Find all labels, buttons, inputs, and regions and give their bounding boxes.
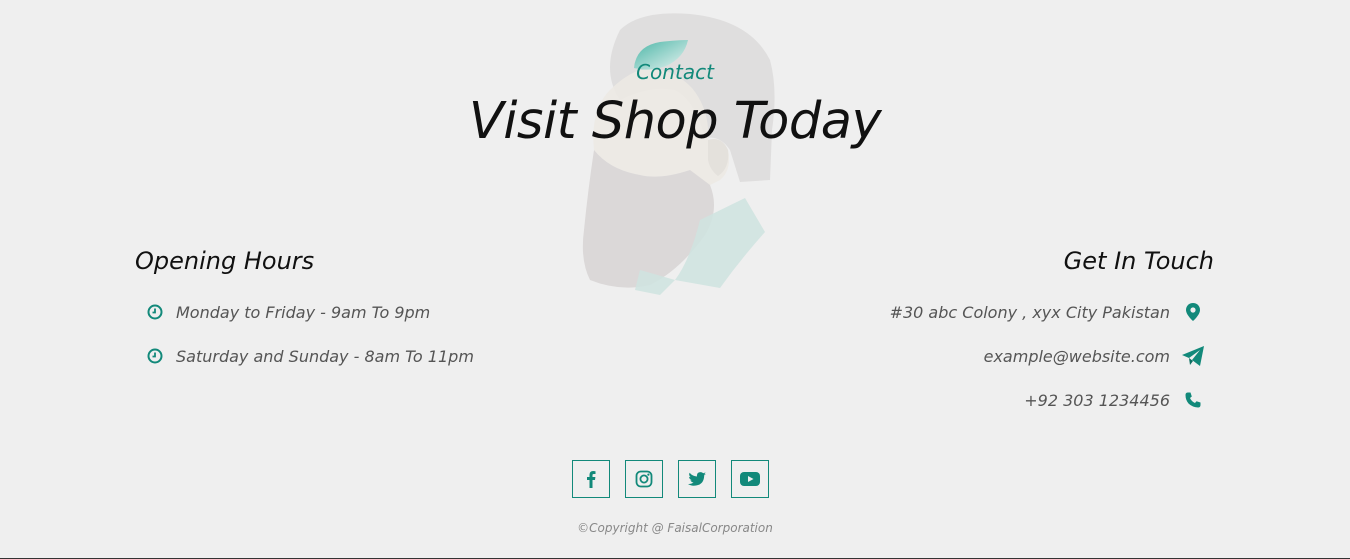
phone-text[interactable]: +92 303 1234456 [1024,391,1170,410]
email-text[interactable]: example@website.com [984,347,1170,366]
phone-icon [1182,390,1204,410]
hours-item: Monday to Friday - 9am To 9pm [147,300,474,324]
get-in-touch-heading: Get In Touch [1063,247,1214,275]
page-title: Visit Shop Today [468,92,882,151]
social-links [572,460,769,498]
section-eyebrow: Contact [636,60,714,84]
clock-icon [147,348,163,364]
twitter-button[interactable] [678,460,716,498]
facebook-icon [587,471,596,488]
map-pin-icon [1182,302,1204,322]
address-text: #30 abc Colony , xyx City Pakistan [889,302,1170,322]
clock-icon [147,304,163,320]
hours-item: Saturday and Sunday - 8am To 11pm [147,344,474,368]
phone-item[interactable]: +92 303 1234456 [890,388,1204,412]
youtube-button[interactable] [731,460,769,498]
contact-section: Contact Visit Shop Today Opening Hours M… [0,0,1350,559]
opening-hours-column: Opening Hours Monday to Friday - 9am To … [135,244,474,388]
paper-plane-icon [1182,346,1204,366]
hours-text: Monday to Friday - 9am To 9pm [176,302,431,322]
copyright-text: ©Copyright @ FaisalCorporation [577,521,773,535]
address-item: #30 abc Colony , xyx City Pakistan [890,300,1204,324]
twitter-icon [688,471,706,486]
instagram-icon [635,470,653,488]
facebook-button[interactable] [572,460,610,498]
hours-text: Saturday and Sunday - 8am To 11pm [176,346,474,366]
youtube-icon [740,472,760,486]
instagram-button[interactable] [625,460,663,498]
get-in-touch-column: Get In Touch #30 abc Colony , xyx City P… [890,244,1214,432]
email-item[interactable]: example@website.com [890,344,1204,368]
opening-hours-heading: Opening Hours [135,247,315,275]
